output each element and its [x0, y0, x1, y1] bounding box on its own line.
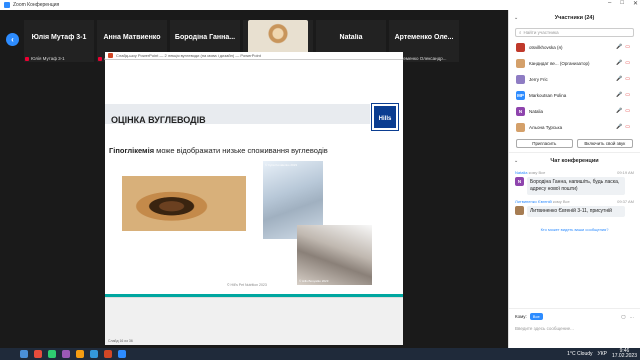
- who-can-see-link[interactable]: Кто может видеть ваши сообщения?: [509, 227, 640, 232]
- more-icon[interactable]: …: [630, 314, 635, 320]
- window-titlebar: Zoom Конференция – □ ✕: [0, 0, 640, 10]
- list-item[interactable]: otsvilkhovska (я) 🎤 ▭: [509, 39, 640, 55]
- chevron-down-icon[interactable]: ⌄: [514, 158, 518, 164]
- slide-subtitle: Гіпоглікемія може відображати низьке спо…: [109, 146, 328, 155]
- zoom-icon[interactable]: [118, 350, 126, 358]
- avatar: N: [515, 177, 524, 186]
- avatar: MP: [516, 90, 525, 100]
- app-icon[interactable]: [90, 350, 98, 358]
- window-controls: – □ ✕: [608, 0, 638, 7]
- window-title: Zoom Конференция: [13, 2, 60, 8]
- list-item[interactable]: Кандидат ве... (Организатор) 🎤 ▭: [509, 55, 640, 71]
- chat-compose: Кому: Все ▢… Введите здесь сообщение...: [509, 308, 640, 348]
- chat-message: Литвиненко Євгеній кому Все 09:37 AM Литв…: [509, 197, 640, 219]
- unmute-button[interactable]: Включить свой звук: [576, 139, 633, 148]
- muted-mic-icon: 🎤: [616, 44, 623, 50]
- zoom-logo-icon: [4, 2, 10, 8]
- powerpoint-icon[interactable]: [104, 350, 112, 358]
- language: УКР: [597, 351, 607, 357]
- muted-mic-icon: 🎤: [616, 76, 623, 82]
- powerpoint-titlebar: Слайд-шоу PowerPoint — 2 лекція вуглевод…: [105, 52, 403, 60]
- chat-message: Natalia кому Все 09:19 AM N Бородіна Ганна…: [509, 168, 640, 197]
- muted-mic-icon: 🎤: [616, 124, 623, 130]
- avatar: [516, 74, 525, 84]
- participants-header: ⌄ Участники (24): [514, 15, 595, 21]
- app-icon[interactable]: [20, 350, 28, 358]
- prev-page-button[interactable]: ‹: [6, 33, 19, 46]
- file-icon[interactable]: ▢: [621, 314, 625, 320]
- chat-input[interactable]: Введите здесь сообщение...: [509, 324, 640, 333]
- video-off-icon: ▭: [625, 76, 630, 82]
- minimize-icon[interactable]: –: [608, 0, 611, 7]
- participant-search-input[interactable]: ⌕ Найти участника: [515, 28, 634, 37]
- taskbar: 1°C Cloudy УКР 9:46 17.02.2023: [0, 348, 640, 360]
- avatar: [516, 122, 525, 132]
- participant-video: [248, 20, 308, 54]
- avatar: [515, 206, 524, 215]
- avatar: [516, 58, 525, 68]
- avatar: N: [516, 106, 525, 116]
- video-off-icon: ▭: [625, 92, 630, 98]
- chevron-down-icon[interactable]: ⌄: [514, 15, 518, 21]
- participant-tile[interactable]: Юлія Мутаф 3-1 Юлія Мутаф 3-1: [24, 20, 94, 62]
- video-off-icon: ▭: [625, 60, 630, 66]
- recipient-select[interactable]: Все: [529, 313, 543, 320]
- search-icon: ⌕: [519, 30, 522, 35]
- chat-header: ⌄ Чат конференции: [509, 152, 640, 168]
- list-item[interactable]: Альона Турська 🎤 ▭: [509, 119, 640, 135]
- close-icon[interactable]: ✕: [633, 0, 638, 7]
- list-item[interactable]: N Natalia 🎤 ▭: [509, 103, 640, 119]
- muted-mic-icon: 🎤: [616, 108, 623, 114]
- puppy-image: © Hills Bosyatko 2023: [297, 225, 372, 285]
- slide-title: ОЦІНКА ВУГЛЕВОДІВ: [111, 115, 206, 125]
- app-icon[interactable]: [48, 350, 56, 358]
- muted-mic-icon: 🎤: [616, 92, 623, 98]
- powerpoint-icon: [108, 53, 113, 58]
- invite-button[interactable]: Пригласить: [516, 139, 573, 148]
- dog-image: [122, 176, 246, 231]
- app-icon[interactable]: [62, 350, 70, 358]
- video-off-icon: ▭: [625, 44, 630, 50]
- shared-slide: ОЦІНКА ВУГЛЕВОДІВ Hills Гіпоглікемія мож…: [105, 60, 403, 297]
- ppt-status-bar: Слайд 16 из 36: [105, 297, 403, 345]
- avatar: [516, 42, 525, 52]
- maximize-icon[interactable]: □: [620, 0, 624, 7]
- app-icon[interactable]: [76, 350, 84, 358]
- participant-list: otsvilkhovska (я) 🎤 ▭ Кандидат ве... (Орга…: [509, 39, 640, 135]
- app-icon[interactable]: [34, 350, 42, 358]
- list-item[interactable]: Jerry Fric 🎤 ▭: [509, 71, 640, 87]
- video-off-icon: ▭: [625, 108, 630, 114]
- weather: 1°C Cloudy: [567, 351, 593, 357]
- video-off-icon: ▭: [625, 124, 630, 130]
- list-item[interactable]: MP Markoutsan Polina 🎤 ▭: [509, 87, 640, 103]
- hills-logo: Hills: [371, 103, 399, 131]
- slide-copyright: © Hill's Pet Nutrition 2023: [227, 283, 267, 287]
- muted-mic-icon: [98, 56, 102, 61]
- side-panel: ⌄ Участники (24) ⌕ Найти участника otsvilk…: [508, 10, 640, 348]
- muted-mic-icon: [25, 56, 29, 61]
- mic-icon: 🎤: [616, 60, 623, 66]
